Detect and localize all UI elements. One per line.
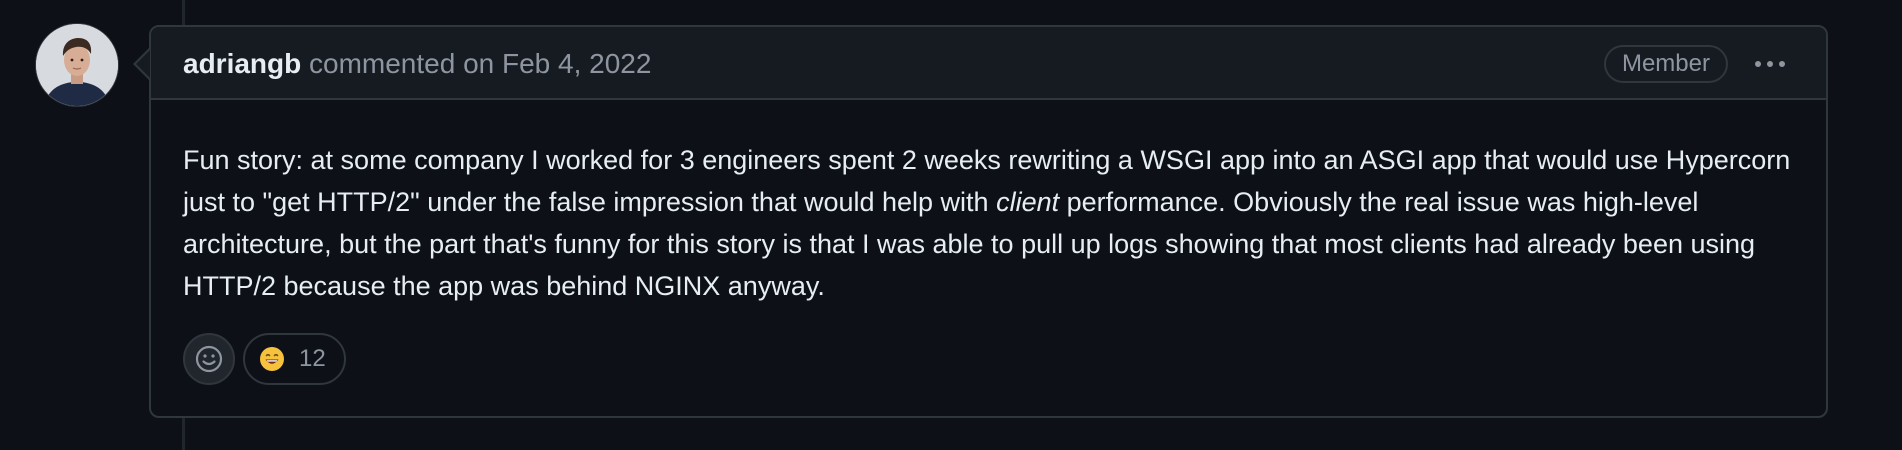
reaction-count: 12: [299, 345, 326, 372]
comment-header: adriangb commented on Feb 4, 2022 Member: [151, 27, 1826, 100]
comment-box: adriangb commented on Feb 4, 2022 Member…: [149, 25, 1828, 418]
comment-body: Fun story: at some company I worked for …: [183, 139, 1803, 307]
reaction-smile-button[interactable]: 12: [243, 333, 346, 385]
grinning-face-emoji: [260, 347, 284, 371]
add-reaction-button[interactable]: [183, 333, 235, 385]
reactions-bar: 12: [183, 333, 346, 385]
comment-timestamp[interactable]: commented on Feb 4, 2022: [301, 48, 651, 79]
member-badge: Member: [1603, 45, 1728, 83]
smiley-icon: [195, 345, 223, 373]
comment-header-text: adriangb commented on Feb 4, 2022: [183, 47, 651, 81]
avatar-image: [36, 24, 118, 106]
avatar[interactable]: [36, 24, 118, 106]
author-link[interactable]: adriangb: [183, 48, 301, 79]
comment-caret-fill: [136, 50, 150, 78]
kebab-horizontal-icon[interactable]: [1752, 49, 1788, 79]
comment-body-emphasis: client: [996, 187, 1060, 217]
